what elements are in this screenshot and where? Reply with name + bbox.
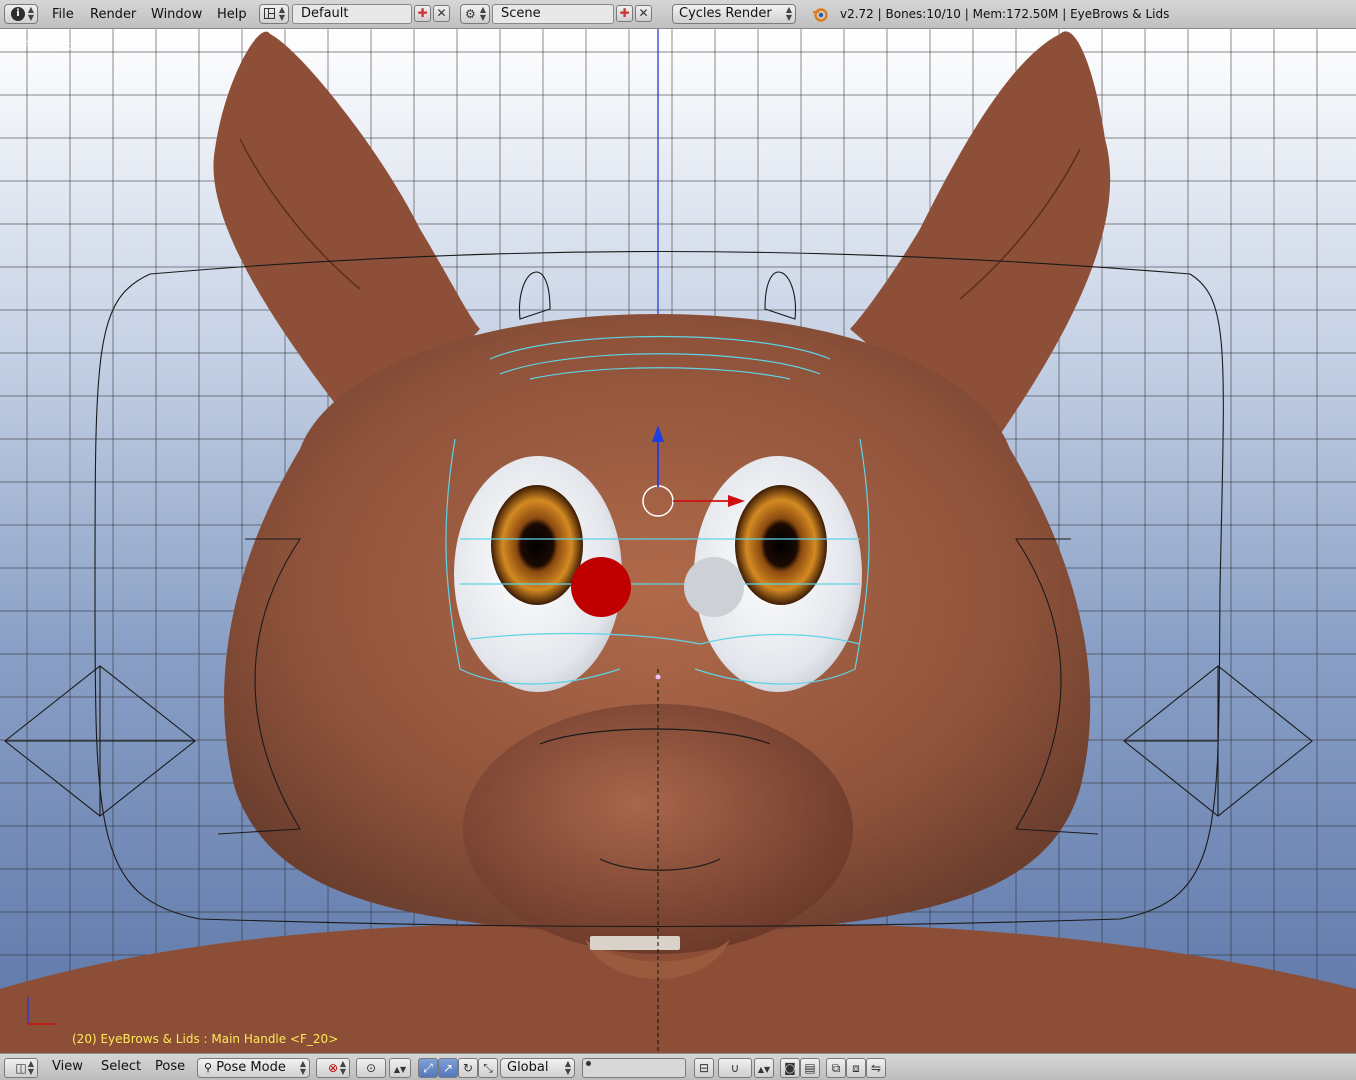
snap-element-button[interactable]: ∪ (718, 1058, 752, 1078)
menu-select[interactable]: Select (101, 1059, 141, 1074)
scale-icon: ⤡ (483, 1061, 493, 1075)
add-scene-button[interactable]: ✚ (616, 5, 633, 22)
character-render (0, 31, 1356, 1053)
3d-view-header: ◫ ▲ ▼ View Select Pose ⚲ Pose Mode ▲ ▼ ⊗ ▲… (0, 1053, 1356, 1080)
editor-type-button[interactable]: i ▲ ▼ (4, 4, 38, 24)
mode-label: Pose Mode (216, 1060, 286, 1075)
render-image-button[interactable]: ◙ (780, 1058, 800, 1078)
lock-layers-button[interactable]: ⊟ (694, 1058, 714, 1078)
shading-icon: ⊗ (327, 1061, 339, 1075)
blender-logo-icon (812, 6, 828, 22)
remove-layout-button[interactable]: ✕ (433, 5, 450, 22)
add-icon: ✚ (619, 6, 630, 20)
chevron-updown-icon: ▲▼ (299, 1059, 306, 1076)
chevron-updown-icon: ▲▼ (564, 1059, 571, 1076)
add-layout-button[interactable]: ✚ (414, 5, 431, 22)
snap-menu-button[interactable]: ▲▼ (754, 1058, 774, 1078)
menu-help[interactable]: Help (211, 4, 253, 25)
menu-view[interactable]: View (52, 1059, 83, 1074)
chevron-updown-icon: ▲▼ (27, 5, 34, 22)
menu-pose[interactable]: Pose (155, 1059, 185, 1074)
left-iris (491, 485, 583, 605)
chevron-updown-icon: ▲▼ (278, 5, 285, 22)
magnet-icon: ∪ (730, 1061, 740, 1075)
paste-flipped-pose-button[interactable]: ⇋ (866, 1058, 886, 1078)
add-icon: ✚ (417, 6, 428, 20)
rotate-manipulator-button[interactable]: ↻ (458, 1058, 478, 1078)
rotate-icon: ↻ (462, 1061, 474, 1075)
pivot-menu-button[interactable]: ▲▼ (389, 1058, 411, 1078)
remove-scene-button[interactable]: ✕ (635, 5, 652, 22)
copy-pose-button[interactable]: ⧉ (826, 1058, 846, 1078)
chevron-updown-icon: ▲▼ (27, 1059, 34, 1076)
3d-viewport[interactable]: Front Ortho (20) EyeBrows & Lids : Main … (0, 29, 1356, 1053)
gray-control-handle (684, 557, 744, 617)
right-iris (735, 485, 827, 605)
mode-dropdown[interactable]: ⚲ Pose Mode ▲ ▼ (197, 1058, 310, 1078)
chevron-updown-icon: ▲▼ (757, 1065, 771, 1074)
editor-type-button[interactable]: ◫ ▲ ▼ (4, 1058, 38, 1078)
cube-icon: ◫ (15, 1061, 27, 1075)
camera-icon: ◙ (784, 1061, 796, 1075)
screen-layout-button[interactable]: ▲ ▼ (259, 4, 289, 24)
pivot-point-button[interactable]: ⊙ (356, 1058, 386, 1078)
copy-icon: ⧉ (831, 1061, 841, 1075)
active-bone-status: (20) EyeBrows & Lids : Main Handle <F_20… (72, 1032, 339, 1046)
paste-pose-button[interactable]: ⧈ (846, 1058, 866, 1078)
scene-stats: v2.72 | Bones:10/10 | Mem:172.50M | EyeB… (840, 7, 1170, 21)
view-label: Front Ortho (22, 39, 85, 52)
render-engine-label: Cycles Render (679, 6, 772, 21)
info-header: i ▲ ▼ File Render Window Help ▲ ▼ Default … (0, 0, 1356, 29)
clapper-icon: ▤ (804, 1061, 816, 1075)
menu-file[interactable]: File (46, 4, 80, 25)
pose-icon: ⚲ (204, 1061, 213, 1074)
flip-icon: ⇋ (870, 1061, 882, 1075)
scene-button[interactable]: ⚙ ▲ ▼ (460, 4, 490, 24)
orientation-label: Global (507, 1060, 549, 1075)
arrow-icon: ↗ (442, 1061, 454, 1075)
close-icon: ✕ (436, 6, 447, 20)
screen-layout-field[interactable]: Default (292, 4, 412, 24)
viewport-shading-button[interactable]: ⊗ ▲ ▼ (316, 1058, 350, 1078)
scene-field[interactable]: Scene (492, 4, 614, 24)
chevron-updown-icon: ▲▼ (479, 5, 486, 22)
chevron-updown-icon: ▲▼ (785, 5, 792, 22)
close-icon: ✕ (638, 6, 649, 20)
layer-buttons[interactable] (582, 1058, 686, 1078)
scene-icon: ⚙ (465, 7, 476, 21)
red-control-handle (571, 557, 631, 617)
menu-render[interactable]: Render (84, 4, 142, 25)
chevron-updown-icon: ▲▼ (339, 1059, 346, 1076)
render-animation-button[interactable]: ▤ (800, 1058, 820, 1078)
render-engine-dropdown[interactable]: Cycles Render ▲ ▼ (672, 4, 796, 24)
paste-icon: ⧈ (852, 1061, 860, 1075)
screen-layout-icon (264, 8, 275, 19)
scale-manipulator-button[interactable]: ⤡ (478, 1058, 498, 1078)
manipulator-icon: ⤢ (423, 1061, 433, 1075)
menu-window[interactable]: Window (145, 4, 208, 25)
translate-manipulator-button[interactable]: ↗ (438, 1058, 458, 1078)
manipulator-toggle-button[interactable]: ⤢ (418, 1058, 438, 1078)
chevron-updown-icon: ▲▼ (393, 1065, 407, 1074)
lock-icon: ⊟ (698, 1061, 710, 1075)
pivot-icon: ⊙ (365, 1061, 377, 1075)
info-icon: i (11, 7, 25, 21)
orientation-dropdown[interactable]: Global ▲ ▼ (500, 1058, 575, 1078)
